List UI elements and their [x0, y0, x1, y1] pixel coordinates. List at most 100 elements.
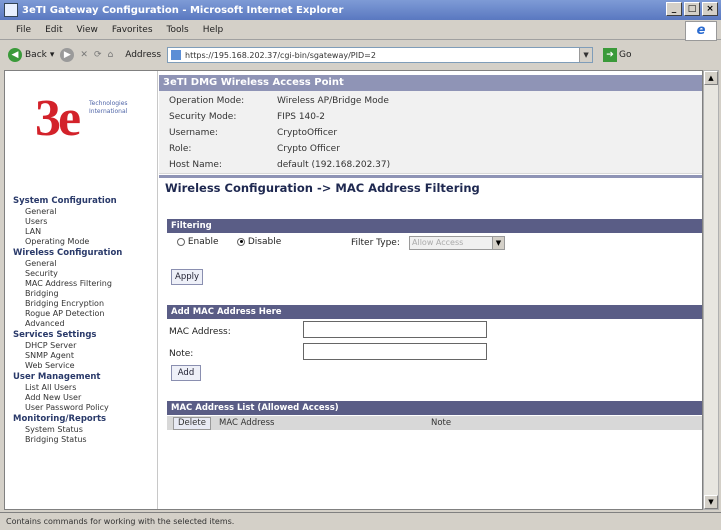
disable-radio[interactable] — [237, 237, 245, 246]
note-column-header: Note — [431, 418, 452, 428]
filter-type-label: Filter Type: — [351, 238, 400, 248]
browser-toolbar: ◀ Back ▾ ▶ ✕ ⟳ ⌂ Address https://195.168… — [0, 42, 721, 68]
nav-item-bridging[interactable]: Bridging — [13, 289, 153, 299]
add-button[interactable]: Add — [171, 365, 201, 381]
nav-section-wireless: Wireless Configuration — [13, 248, 123, 258]
nav-item-wireless-general[interactable]: General — [13, 259, 153, 269]
info-row: Username: CryptoOfficer — [169, 125, 689, 141]
back-arrow-icon: ◀ — [8, 48, 22, 62]
info-value: Crypto Officer — [277, 144, 340, 154]
menu-view[interactable]: View — [77, 25, 98, 35]
disable-option[interactable]: Disable — [237, 237, 281, 247]
section-divider — [159, 175, 702, 178]
logo-tagline-1: Technologies — [89, 100, 128, 107]
mac-list-table-header: Delete MAC Address Note — [167, 416, 702, 430]
menu-help[interactable]: Help — [203, 25, 224, 35]
apply-button[interactable]: Apply — [171, 269, 203, 285]
minimize-button[interactable]: _ — [666, 2, 682, 16]
vertical-scrollbar[interactable]: ▲ ▼ — [703, 70, 719, 510]
delete-column-button[interactable]: Delete — [173, 417, 211, 430]
page-heading: Wireless Configuration -> MAC Address Fi… — [165, 181, 480, 195]
info-key: Role: — [169, 144, 192, 154]
address-url: https://195.168.202.37/cgi-bin/sgateway/… — [185, 50, 376, 60]
info-row: Host Name: default (192.168.202.37) — [169, 157, 689, 173]
main-content: 3eTI DMG Wireless Access Point Operation… — [159, 71, 702, 509]
chevron-down-icon: ▼ — [492, 237, 504, 249]
info-row: Operation Mode: Wireless AP/Bridge Mode — [169, 93, 689, 109]
info-value: CryptoOfficer — [277, 128, 338, 138]
add-mac-section-header: Add MAC Address Here — [167, 305, 702, 319]
nav-item-lan[interactable]: LAN — [13, 227, 153, 237]
info-key: Username: — [169, 128, 218, 138]
logo-tagline: Technologies International — [89, 100, 128, 116]
address-bar[interactable]: https://195.168.202.37/cgi-bin/sgateway/… — [167, 47, 594, 63]
nav-item-general[interactable]: General — [13, 207, 153, 217]
nav-menu: System Configuration General Users LAN O… — [13, 195, 153, 445]
maximize-button[interactable]: □ — [684, 2, 700, 16]
enable-radio[interactable] — [177, 237, 185, 246]
nav-item-list-users[interactable]: List All Users — [13, 383, 153, 393]
nav-item-bridging-encryption[interactable]: Bridging Encryption — [13, 299, 153, 309]
info-value: Wireless AP/Bridge Mode — [277, 96, 389, 106]
logo-tagline-2: International — [89, 108, 128, 115]
status-bar: Contains commands for working with the s… — [0, 512, 721, 530]
stop-icon[interactable]: ✕ — [80, 50, 88, 60]
disable-label: Disable — [247, 237, 282, 247]
info-key: Host Name: — [169, 160, 222, 170]
device-info-table: Operation Mode: Wireless AP/Bridge Mode … — [159, 91, 702, 174]
nav-item-web-service[interactable]: Web Service — [13, 361, 153, 371]
menu-file[interactable]: File — [16, 25, 31, 35]
info-value: FIPS 140-2 — [277, 112, 325, 122]
nav-item-security[interactable]: Security — [13, 269, 153, 279]
company-logo: 3e Technologies International — [35, 89, 145, 159]
nav-item-mac-filtering[interactable]: MAC Address Filtering — [13, 279, 153, 289]
nav-item-add-user[interactable]: Add New User — [13, 393, 153, 403]
logo-mark: 3e — [35, 90, 81, 147]
menu-bar: File Edit View Favorites Tools Help — [0, 20, 721, 40]
close-button[interactable]: × — [702, 2, 718, 16]
left-nav-panel: 3e Technologies International System Con… — [5, 71, 158, 509]
nav-item-advanced[interactable]: Advanced — [13, 319, 153, 329]
back-label: Back — [25, 50, 47, 60]
status-text: Contains commands for working with the s… — [6, 517, 235, 526]
nav-item-dhcp[interactable]: DHCP Server — [13, 341, 153, 351]
filter-type-value: Allow Access — [412, 238, 464, 247]
forward-arrow-icon[interactable]: ▶ — [60, 48, 75, 62]
menu-tools[interactable]: Tools — [167, 25, 189, 35]
page-viewport: 3e Technologies International System Con… — [4, 70, 703, 510]
nav-section-system: System Configuration — [13, 196, 117, 206]
note-input[interactable] — [303, 343, 487, 360]
nav-item-bridging-status[interactable]: Bridging Status — [13, 435, 153, 445]
info-key: Security Mode: — [169, 112, 237, 122]
address-dropdown-icon[interactable]: ▼ — [579, 48, 593, 62]
nav-item-password-policy[interactable]: User Password Policy — [13, 403, 153, 413]
nav-item-system-status[interactable]: System Status — [13, 425, 153, 435]
info-row: Role: Crypto Officer — [169, 141, 689, 157]
refresh-icon[interactable]: ⟳ — [94, 50, 102, 60]
home-icon[interactable]: ⌂ — [107, 50, 113, 60]
scroll-down-icon[interactable]: ▼ — [704, 495, 718, 509]
enable-label: Enable — [187, 237, 219, 247]
back-dropdown-icon[interactable]: ▾ — [50, 50, 55, 60]
nav-item-snmp[interactable]: SNMP Agent — [13, 351, 153, 361]
back-button[interactable]: ◀ Back ▾ — [8, 48, 54, 62]
nav-item-rogue-ap[interactable]: Rogue AP Detection — [13, 309, 153, 319]
info-value: default (192.168.202.37) — [277, 160, 391, 170]
filtering-section-header: Filtering — [167, 219, 702, 233]
window-title: 3eTI Gateway Configuration - Microsoft I… — [22, 4, 344, 16]
info-key: Operation Mode: — [169, 96, 245, 106]
mac-address-input[interactable] — [303, 321, 487, 338]
device-title: 3eTI DMG Wireless Access Point — [159, 75, 702, 91]
menu-favorites[interactable]: Favorites — [112, 25, 153, 35]
menu-edit[interactable]: Edit — [45, 25, 62, 35]
enable-option[interactable]: Enable — [177, 237, 219, 247]
go-arrow-icon: ➔ — [603, 48, 618, 62]
page-icon — [171, 50, 182, 60]
go-button[interactable]: ➔ Go — [603, 48, 632, 62]
scroll-up-icon[interactable]: ▲ — [704, 71, 718, 85]
nav-item-users[interactable]: Users — [13, 217, 153, 227]
nav-item-operating-mode[interactable]: Operating Mode — [13, 237, 153, 247]
filter-type-select[interactable]: Allow Access ▼ — [409, 236, 505, 250]
nav-section-user-mgmt: User Management — [13, 372, 101, 382]
go-label: Go — [619, 50, 632, 60]
